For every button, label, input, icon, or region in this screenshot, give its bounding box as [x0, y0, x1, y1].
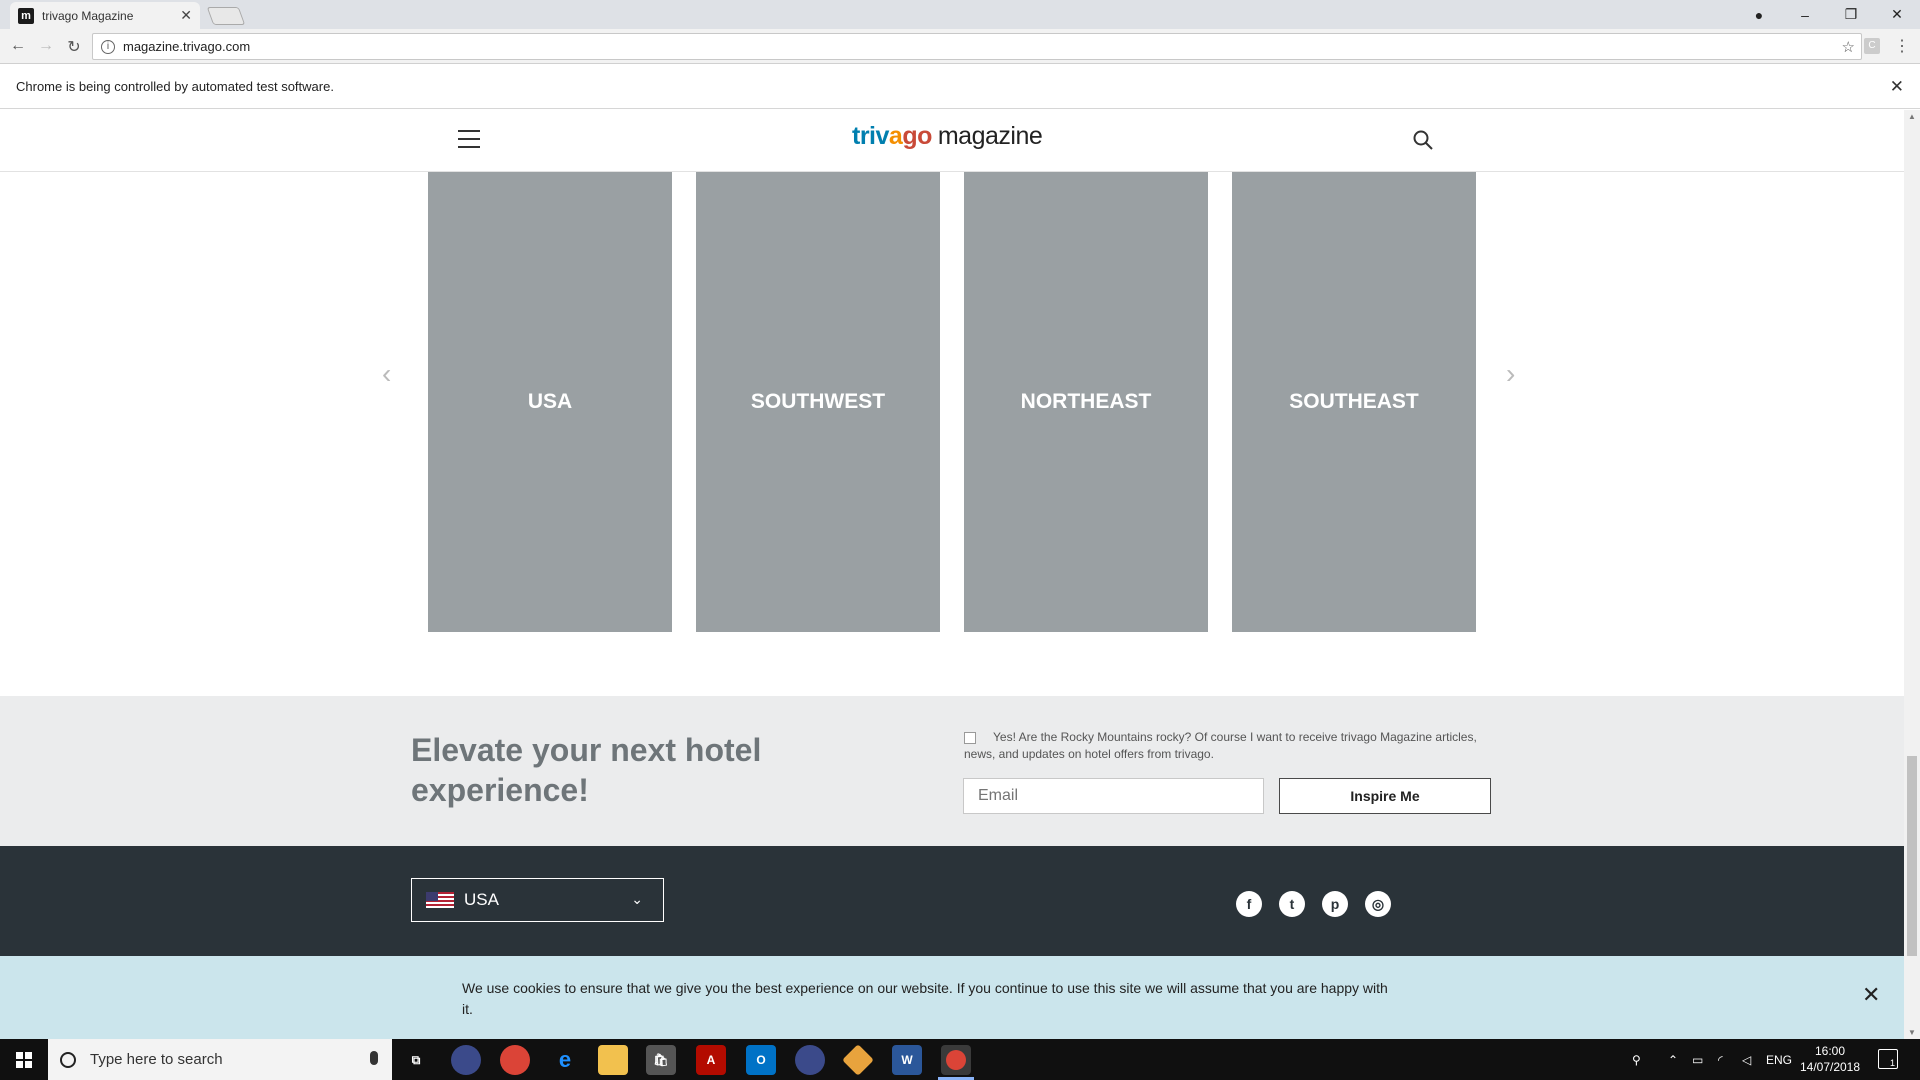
logo-part-a: a — [888, 122, 903, 150]
trivago-magazine-logo[interactable]: trivago magazine — [852, 122, 1043, 151]
address-bar[interactable]: i magazine.trivago.com ☆ — [92, 33, 1862, 60]
twitter-icon[interactable]: t — [1279, 891, 1305, 917]
region-card-usa[interactable]: USA — [428, 172, 672, 632]
region-card-label: USA — [527, 390, 573, 413]
app-icon-2[interactable] — [795, 1045, 825, 1075]
newsletter-section: Elevate your next hotel experience! Yes!… — [0, 696, 1904, 846]
cookie-banner: We use cookies to ensure that we give yo… — [0, 956, 1904, 1039]
infobar-text: Chrome is being controlled by automated … — [16, 79, 334, 94]
pinterest-icon[interactable]: p — [1322, 891, 1348, 917]
favicon-icon: m — [18, 7, 34, 24]
carousel-prev-icon[interactable]: ‹ — [382, 358, 391, 390]
windows-logo-icon — [16, 1051, 32, 1068]
app-icon-3[interactable] — [842, 1044, 874, 1076]
volume-icon[interactable]: ◁ — [1742, 1039, 1751, 1080]
back-icon[interactable]: ← — [8, 37, 28, 55]
wifi-icon[interactable]: ◜ — [1718, 1039, 1723, 1080]
restore-button[interactable]: ❐ — [1828, 0, 1874, 29]
clock-date: 14/07/2018 — [1799, 1060, 1861, 1074]
extension-icon[interactable]: C — [1864, 38, 1880, 54]
chrome-icon[interactable] — [500, 1045, 530, 1075]
inspire-me-button[interactable]: Inspire Me — [1279, 778, 1491, 814]
acrobat-icon[interactable]: A — [696, 1045, 726, 1075]
file-explorer-icon[interactable] — [598, 1045, 628, 1075]
logo-part-magazine: magazine — [937, 122, 1043, 150]
browser-tab-bar: m trivago Magazine ✕ ● – ❐ ✕ — [0, 0, 1920, 29]
window-close-button[interactable]: ✕ — [1874, 0, 1920, 29]
country-selector[interactable]: USA ⌄ — [411, 878, 664, 922]
carousel-next-icon[interactable]: › — [1506, 358, 1515, 390]
word-icon[interactable]: W — [892, 1045, 922, 1075]
chrome-active-icon[interactable] — [941, 1045, 971, 1075]
hamburger-menu-icon[interactable] — [458, 130, 480, 148]
tab-close-icon[interactable]: ✕ — [180, 7, 192, 24]
newsletter-consent-checkbox[interactable] — [964, 732, 976, 744]
cookie-text: We use cookies to ensure that we give yo… — [462, 980, 1388, 1017]
site-info-icon[interactable]: i — [101, 39, 115, 54]
scrollbar-thumb[interactable] — [1907, 756, 1917, 956]
task-view-icon[interactable]: ⧉ — [401, 1045, 431, 1075]
taskbar-search-placeholder: Type here to search — [90, 1051, 223, 1068]
region-card-label: NORTHEAST — [1020, 390, 1152, 413]
search-icon[interactable] — [1413, 130, 1433, 150]
tray-chevron-icon[interactable]: ⌃ — [1668, 1039, 1678, 1080]
region-card-label: SOUTHWEST — [750, 390, 886, 413]
newsletter-heading: Elevate your next hotel experience! — [411, 732, 762, 808]
page-scrollbar[interactable]: ▲ ▼ — [1904, 110, 1920, 1039]
chrome-menu-icon[interactable]: ⋮ — [1894, 36, 1910, 56]
people-icon[interactable]: ⚲ — [1632, 1039, 1641, 1080]
site-header: trivago magazine — [0, 110, 1904, 172]
start-button[interactable] — [0, 1039, 48, 1080]
facebook-icon[interactable]: f — [1236, 891, 1262, 917]
url-text: magazine.trivago.com — [123, 39, 251, 54]
region-carousel: ‹ USA SOUTHWEST NORTHEAST SOUTHEAST › — [0, 172, 1904, 632]
us-flag-icon — [426, 892, 454, 908]
chevron-down-icon: ⌄ — [631, 891, 643, 907]
browser-toolbar: ← → ↻ i magazine.trivago.com ☆ C — [0, 29, 1920, 64]
logo-part-go: go — [902, 122, 932, 150]
logo-part-triv: triv — [852, 122, 889, 150]
action-center-icon[interactable]: 1 — [1878, 1049, 1898, 1069]
forward-icon[interactable]: → — [36, 37, 56, 55]
browser-tab[interactable]: m trivago Magazine ✕ — [10, 2, 200, 29]
cortana-icon — [60, 1051, 76, 1068]
minimize-button[interactable]: – — [1782, 0, 1828, 29]
region-card-label: SOUTHEAST — [1289, 390, 1419, 413]
battery-icon[interactable]: ▭ — [1692, 1039, 1703, 1080]
region-card-northeast[interactable]: NORTHEAST — [964, 172, 1208, 632]
store-icon[interactable]: 🛍 — [646, 1045, 676, 1075]
country-label: USA — [464, 890, 499, 909]
profile-icon[interactable]: ● — [1736, 0, 1782, 29]
page-viewport: trivago magazine ‹ USA SOUTHWEST NORTHEAS… — [0, 110, 1904, 1039]
automation-infobar: Chrome is being controlled by automated … — [0, 65, 1920, 109]
email-input[interactable] — [963, 778, 1264, 814]
tab-title: trivago Magazine — [42, 8, 134, 23]
reload-icon[interactable]: ↻ — [64, 37, 84, 57]
scroll-up-icon[interactable]: ▲ — [1908, 112, 1916, 121]
edge-icon[interactable]: e — [550, 1045, 580, 1075]
infobar-close-icon[interactable]: ✕ — [1890, 77, 1904, 97]
new-tab-button[interactable] — [206, 7, 246, 25]
social-links: f t p ◎ — [1236, 891, 1391, 917]
scroll-down-icon[interactable]: ▼ — [1908, 1028, 1916, 1037]
region-card-southwest[interactable]: SOUTHWEST — [696, 172, 940, 632]
newsletter-consent-text: Yes! Are the Rocky Mountains rocky? Of c… — [964, 730, 1477, 761]
cookie-close-icon[interactable]: ✕ — [1862, 982, 1880, 1008]
clock-time: 16:00 — [1814, 1044, 1846, 1058]
app-icon-1[interactable] — [451, 1045, 481, 1075]
notification-count: 1 — [1889, 1058, 1895, 1068]
windows-taskbar: Type here to search ⧉ e 🛍 A O W ⚲ ⌃ ▭ ◜ … — [0, 1039, 1920, 1080]
microphone-icon[interactable] — [370, 1051, 378, 1065]
outlook-icon[interactable]: O — [746, 1045, 776, 1075]
language-indicator[interactable]: ENG — [1766, 1039, 1792, 1080]
taskbar-clock[interactable]: 16:00 14/07/2018 — [1794, 1043, 1866, 1075]
bookmark-star-icon[interactable]: ☆ — [1842, 38, 1855, 56]
taskbar-search[interactable]: Type here to search — [48, 1039, 392, 1080]
region-card-southeast[interactable]: SOUTHEAST — [1232, 172, 1476, 632]
instagram-icon[interactable]: ◎ — [1365, 891, 1391, 917]
